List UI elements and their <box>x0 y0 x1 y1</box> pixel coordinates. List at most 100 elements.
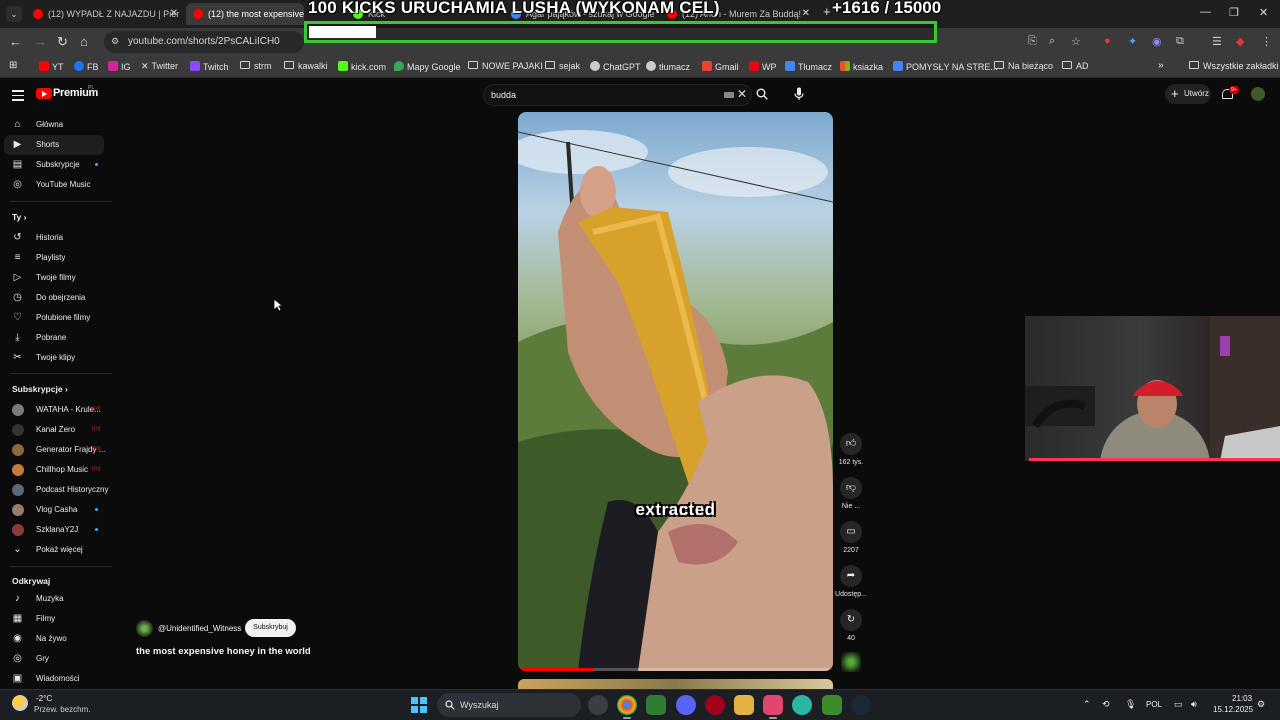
more-bookmarks-icon[interactable]: » <box>1158 60 1164 71</box>
microphone-icon[interactable] <box>794 87 804 101</box>
bookmark-tlumacz-google[interactable]: Tłumacz <box>785 61 832 72</box>
sidebar-show-more[interactable]: ⌄ Pokaż więcej <box>0 540 110 560</box>
sidebar-sub-generator-frajdy[interactable]: Generator Frajdy ... ((•)) <box>0 440 110 460</box>
weather-temperature[interactable]: -2°C <box>36 694 52 703</box>
sidebar-item-playlists[interactable]: ≡ Playlisty <box>0 248 110 268</box>
sidebar-sub-szklanay2j[interactable]: SzklanaY2J <box>0 520 110 540</box>
apps-grid-icon[interactable]: ⊞ <box>9 60 17 71</box>
video-progress-bar[interactable] <box>518 668 833 671</box>
search-input[interactable]: budda ✕ <box>483 84 752 106</box>
taskbar-app-chrome-icon[interactable] <box>617 695 637 715</box>
clock-time[interactable]: 21:03 <box>1232 694 1252 703</box>
taskbar-app-layers-icon[interactable] <box>822 695 842 715</box>
back-button[interactable]: ← <box>9 34 22 49</box>
sidebar-item-subscriptions[interactable]: ▤ Subskrypcje <box>0 155 110 175</box>
sidebar-item-shorts[interactable]: ▶ Shorts <box>4 135 104 155</box>
account-avatar[interactable] <box>1251 87 1265 101</box>
bookmark-tlumacz[interactable]: tłumacz <box>646 61 690 72</box>
sidebar-item-your-videos[interactable]: ▷ Twoje filmy <box>0 268 110 288</box>
tab-search-button[interactable]: ⌄ <box>6 6 22 22</box>
bookmark-fb[interactable]: FB <box>74 61 99 72</box>
volume-icon[interactable]: 🔊︎ <box>1191 699 1197 710</box>
short-title[interactable]: the most expensive honey in the world <box>136 646 311 657</box>
keyboard-icon[interactable] <box>724 92 734 98</box>
sidebar-item-clips[interactable]: ✂ Twoje klipy <box>0 348 110 368</box>
bookmark-kawalki[interactable]: kawalki <box>284 61 328 71</box>
install-app-icon[interactable]: ⎘ <box>1028 35 1037 48</box>
taskbar-app-obs-icon[interactable] <box>588 695 608 715</box>
bookmark-sejak[interactable]: sejak <box>545 61 580 71</box>
create-button[interactable]: + Utwórz <box>1165 84 1211 104</box>
sidebar-item-games[interactable]: ◎ Gry <box>0 649 110 669</box>
sidebar-sub-kanal-zero[interactable]: Kanał Zero ((•)) <box>0 420 110 440</box>
sidebar-item-music[interactable]: ♪ Muzyka <box>0 589 110 609</box>
sidebar-item-watch-later[interactable]: ◷ Do obejrzenia <box>0 288 110 308</box>
sidebar-item-films[interactable]: ▦ Filmy <box>0 609 110 629</box>
channel-avatar[interactable] <box>136 620 153 637</box>
notification-center-icon[interactable]: ⚙ <box>1257 699 1265 710</box>
forward-button[interactable]: → <box>34 34 47 49</box>
bookmark-ad[interactable]: AD <box>1062 61 1089 71</box>
comments-button[interactable]: ▭ <box>840 521 862 543</box>
sidebar-sub-podcast-historyczny[interactable]: Podcast Historyczny <box>0 480 110 500</box>
new-tab-button[interactable]: + <box>823 4 831 19</box>
restore-button[interactable]: ❐ <box>1229 6 1239 19</box>
bookmark-yt[interactable]: YT <box>39 61 64 72</box>
bookmark-wp[interactable]: WP <box>749 61 777 72</box>
bookmark-kick[interactable]: kick.com <box>338 61 386 72</box>
sidebar-item-home[interactable]: ⌂ Główna <box>0 115 110 135</box>
audio-source-thumbnail[interactable] <box>841 652 861 672</box>
sidebar-sub-vlog-casha[interactable]: Vlog Casha <box>0 500 110 520</box>
more-menu-icon[interactable]: ⋮ <box>1261 35 1272 48</box>
bookmark-chatgpt[interactable]: ChatGPT <box>590 61 641 72</box>
sidebar-sub-chillhop[interactable]: Chillhop Music ((•)) <box>0 460 110 480</box>
taskbar-app-explorer-icon[interactable] <box>734 695 754 715</box>
weather-icon[interactable] <box>12 695 28 711</box>
weather-description[interactable]: Przew. bezchm. <box>34 705 90 714</box>
bookmark-na-biezaco[interactable]: Na bieżąco <box>994 61 1053 71</box>
subscriptions-section-header[interactable]: Subskrypcje › <box>12 384 68 394</box>
tab-honey-short[interactable]: (12) the most expensive ho <box>186 3 304 25</box>
youtube-logo-icon[interactable] <box>36 88 52 99</box>
reload-button[interactable]: ↻ <box>57 34 68 50</box>
mic-tray-icon[interactable]: 🎙︎ <box>1125 699 1136 710</box>
dislike-button[interactable]: 👎︎ <box>840 477 862 499</box>
sidebar-item-youtube-music[interactable]: ◎ YouTube Music <box>0 175 110 195</box>
bookmark-nowe-pajaki[interactable]: NOWE PAJAKI <box>468 61 543 71</box>
sidebar-item-news[interactable]: ▣ Wiadomości <box>0 669 110 689</box>
share-button[interactable]: ➦ <box>840 565 862 587</box>
sidebar-item-live[interactable]: ◉ Na żywo <box>0 629 110 649</box>
taskbar-search-box[interactable] <box>437 693 581 717</box>
tab-wypadl[interactable]: (12) WYPADŁ Z NAJAZDU | Pier ✕ <box>26 3 184 25</box>
clear-search-icon[interactable]: ✕ <box>737 87 747 101</box>
bookmark-gmail[interactable]: Gmail <box>702 61 739 72</box>
network-icon[interactable]: ▭ <box>1174 699 1183 710</box>
profile-icon[interactable]: ◆ <box>1236 35 1244 48</box>
taskbar-app-steam-icon[interactable] <box>851 695 871 715</box>
bookmark-ig[interactable]: IG <box>108 61 131 72</box>
sidebar-item-history[interactable]: ↺ Historia <box>0 228 110 248</box>
extensions-puzzle-icon[interactable]: ⧉ <box>1176 35 1184 48</box>
bookmark-ksiazka[interactable]: ksiazka <box>840 61 883 72</box>
subscribe-button[interactable]: Subskrybuj <box>245 619 296 637</box>
site-info-icon[interactable]: ⚙ <box>111 36 119 47</box>
show-hidden-icons-chevron-icon[interactable]: ⌃ <box>1083 699 1091 710</box>
bookmark-twitter[interactable]: ✕ Twitter <box>141 61 178 72</box>
extension-icon[interactable]: ◉ <box>1152 35 1162 48</box>
media-controls-icon[interactable]: ☰ <box>1212 35 1222 48</box>
all-bookmarks[interactable]: Wszystkie zakładki <box>1189 61 1279 71</box>
sync-icon[interactable]: ⟲ <box>1102 699 1110 710</box>
channel-name[interactable]: @Unidentified_Witness <box>158 624 241 633</box>
taskbar-app-shield-icon[interactable] <box>646 695 666 715</box>
menu-icon[interactable] <box>12 90 24 104</box>
search-icon[interactable] <box>756 88 768 100</box>
you-section-header[interactable]: Ty › <box>12 212 27 222</box>
taskbar-app-discord-icon[interactable] <box>676 695 696 715</box>
extension-icon[interactable]: ✦ <box>1128 35 1137 48</box>
close-icon[interactable]: ✕ <box>170 3 178 25</box>
remix-button[interactable]: ↻ <box>840 609 862 631</box>
windows-start-icon[interactable] <box>411 697 427 713</box>
bookmark-strm[interactable]: strm <box>240 61 272 71</box>
bookmark-pomysly[interactable]: POMYSŁY NA STRE... <box>893 61 998 72</box>
record-extension-icon[interactable]: ● <box>1104 35 1111 47</box>
